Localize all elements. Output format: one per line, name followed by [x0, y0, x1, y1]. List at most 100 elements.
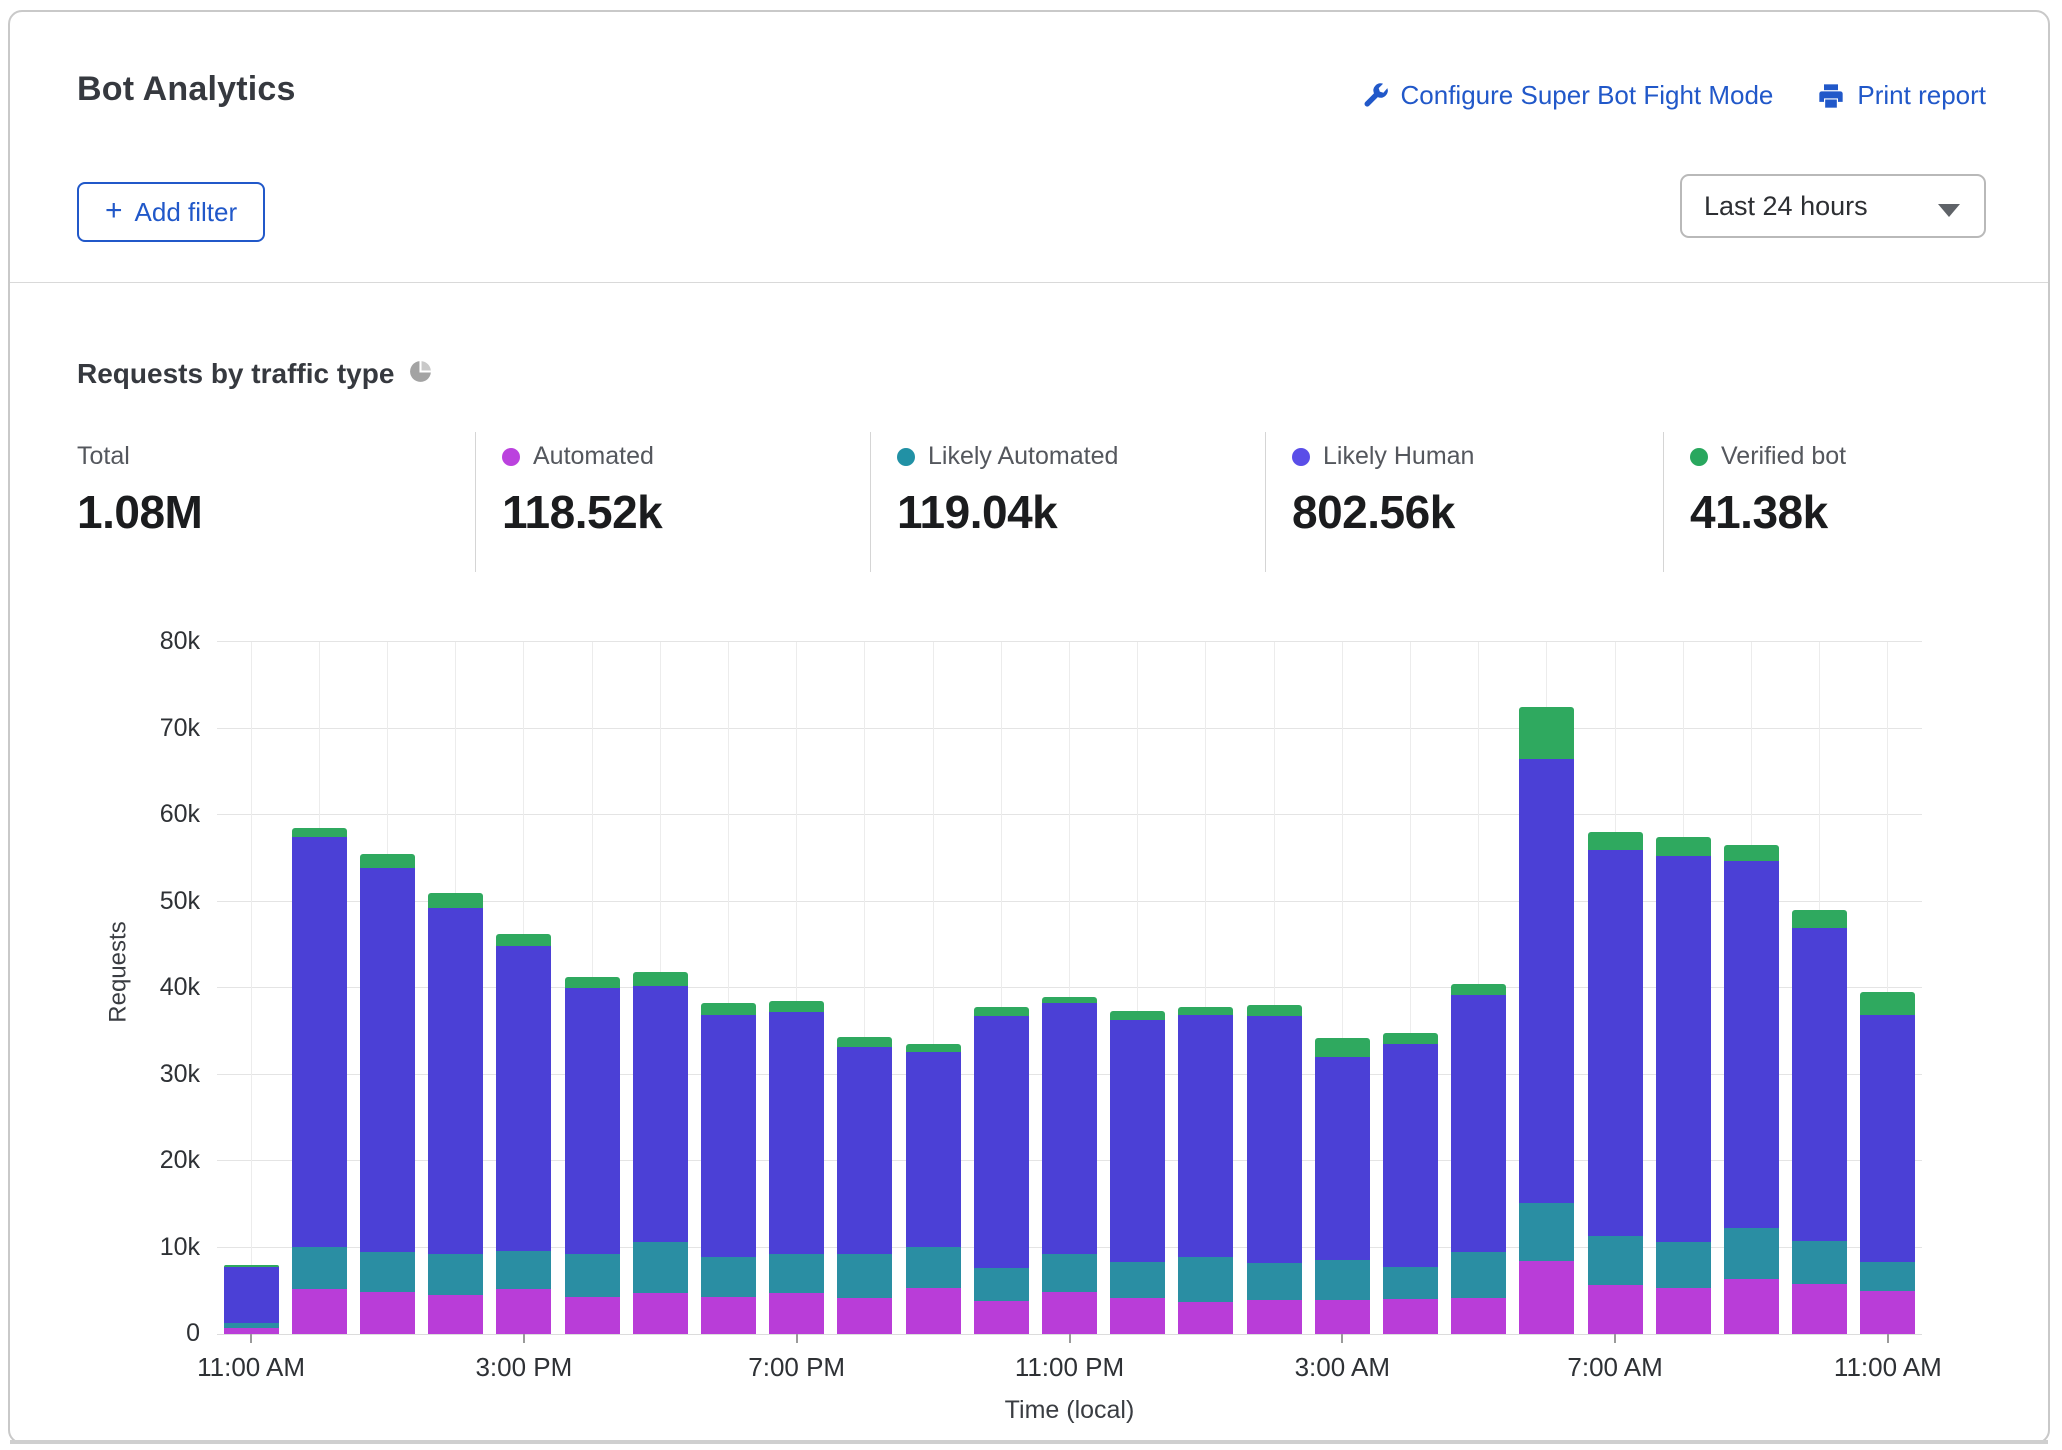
- bar-segment-automated[interactable]: [496, 1289, 551, 1334]
- bar-segment-automated[interactable]: [769, 1293, 824, 1334]
- bar-segment-likely-human[interactable]: [1042, 1003, 1097, 1254]
- bar-segment-verified-bot[interactable]: [565, 977, 620, 988]
- bar-segment-likely-automated[interactable]: [837, 1254, 892, 1297]
- bar-segment-verified-bot[interactable]: [701, 1003, 756, 1015]
- bar-3-00-pm[interactable]: [496, 934, 551, 1334]
- bar-segment-automated[interactable]: [1792, 1284, 1847, 1334]
- bar-segment-verified-bot[interactable]: [1519, 707, 1574, 759]
- bar-10-00-pm[interactable]: [974, 1007, 1029, 1334]
- bar-segment-likely-automated[interactable]: [1656, 1242, 1711, 1288]
- bar-segment-verified-bot[interactable]: [974, 1007, 1029, 1016]
- bar-5-00-am[interactable]: [1451, 984, 1506, 1334]
- bar-segment-likely-human[interactable]: [224, 1267, 279, 1322]
- bar-segment-likely-human[interactable]: [1860, 1015, 1915, 1262]
- bar-segment-likely-human[interactable]: [974, 1016, 1029, 1269]
- bar-segment-likely-human[interactable]: [1519, 759, 1574, 1204]
- bar-segment-automated[interactable]: [428, 1295, 483, 1334]
- bar-1-00-pm[interactable]: [360, 854, 415, 1334]
- bar-segment-verified-bot[interactable]: [1383, 1033, 1438, 1044]
- bar-segment-automated[interactable]: [1451, 1298, 1506, 1334]
- bar-segment-verified-bot[interactable]: [837, 1037, 892, 1047]
- bar-segment-automated[interactable]: [1315, 1300, 1370, 1334]
- bar-segment-likely-automated[interactable]: [1110, 1262, 1165, 1297]
- bar-segment-likely-automated[interactable]: [1247, 1263, 1302, 1300]
- bar-segment-likely-human[interactable]: [837, 1047, 892, 1255]
- bar-segment-likely-automated[interactable]: [1315, 1260, 1370, 1301]
- bar-segment-automated[interactable]: [1383, 1299, 1438, 1334]
- bar-segment-likely-human[interactable]: [1451, 995, 1506, 1252]
- bar-segment-automated[interactable]: [1247, 1300, 1302, 1334]
- bar-segment-likely-human[interactable]: [1588, 850, 1643, 1237]
- bar-segment-automated[interactable]: [701, 1297, 756, 1334]
- bar-2-00-pm[interactable]: [428, 893, 483, 1334]
- bar-11-00-am[interactable]: [1860, 992, 1915, 1334]
- bar-segment-likely-human[interactable]: [565, 988, 620, 1254]
- bar-12-00-pm[interactable]: [292, 828, 347, 1334]
- bar-segment-verified-bot[interactable]: [1451, 984, 1506, 995]
- bar-segment-automated[interactable]: [1110, 1298, 1165, 1334]
- bar-segment-verified-bot[interactable]: [1724, 845, 1779, 861]
- bar-segment-automated[interactable]: [1656, 1288, 1711, 1334]
- bar-segment-likely-automated[interactable]: [496, 1251, 551, 1289]
- bar-segment-verified-bot[interactable]: [428, 893, 483, 909]
- time-range-dropdown[interactable]: Last 24 hours: [1680, 174, 1986, 238]
- bar-segment-likely-automated[interactable]: [565, 1254, 620, 1296]
- bar-segment-automated[interactable]: [1042, 1292, 1097, 1334]
- bar-segment-likely-automated[interactable]: [1588, 1236, 1643, 1284]
- bar-segment-likely-automated[interactable]: [1792, 1241, 1847, 1283]
- bar-4-00-am[interactable]: [1383, 1033, 1438, 1334]
- bar-segment-automated[interactable]: [1860, 1291, 1915, 1334]
- bar-segment-likely-human[interactable]: [292, 837, 347, 1247]
- bar-segment-automated[interactable]: [906, 1288, 961, 1334]
- bar-7-00-pm[interactable]: [769, 1001, 824, 1334]
- bar-segment-likely-automated[interactable]: [1451, 1252, 1506, 1298]
- bar-2-00-am[interactable]: [1247, 1005, 1302, 1334]
- add-filter-button[interactable]: + Add filter: [77, 182, 265, 242]
- bar-segment-likely-automated[interactable]: [974, 1268, 1029, 1301]
- bar-segment-likely-human[interactable]: [1110, 1020, 1165, 1262]
- bar-segment-likely-automated[interactable]: [1724, 1228, 1779, 1278]
- bar-12-00-am[interactable]: [1110, 1011, 1165, 1334]
- bar-11-00-am[interactable]: [224, 1265, 279, 1334]
- bar-segment-automated[interactable]: [1519, 1261, 1574, 1334]
- bar-segment-likely-automated[interactable]: [906, 1247, 961, 1289]
- bar-segment-likely-automated[interactable]: [428, 1254, 483, 1296]
- bar-segment-likely-human[interactable]: [1656, 856, 1711, 1243]
- bar-segment-likely-automated[interactable]: [1178, 1257, 1233, 1302]
- bar-8-00-pm[interactable]: [837, 1037, 892, 1334]
- bar-segment-automated[interactable]: [1178, 1302, 1233, 1334]
- bar-segment-likely-automated[interactable]: [1519, 1203, 1574, 1261]
- bar-segment-verified-bot[interactable]: [1792, 910, 1847, 928]
- bar-segment-likely-human[interactable]: [360, 868, 415, 1252]
- bar-segment-verified-bot[interactable]: [1656, 837, 1711, 856]
- bar-10-00-am[interactable]: [1792, 910, 1847, 1334]
- bar-6-00-pm[interactable]: [701, 1003, 756, 1334]
- bar-segment-likely-automated[interactable]: [769, 1254, 824, 1293]
- bar-segment-likely-human[interactable]: [496, 946, 551, 1251]
- bar-segment-verified-bot[interactable]: [769, 1001, 824, 1012]
- print-report-link[interactable]: Print report: [1817, 80, 1986, 111]
- bar-segment-automated[interactable]: [837, 1298, 892, 1334]
- bar-segment-verified-bot[interactable]: [292, 828, 347, 837]
- bar-segment-likely-automated[interactable]: [1383, 1267, 1438, 1300]
- bar-segment-likely-human[interactable]: [1247, 1016, 1302, 1263]
- bar-segment-likely-human[interactable]: [1724, 861, 1779, 1229]
- bar-segment-likely-automated[interactable]: [701, 1257, 756, 1297]
- bar-segment-verified-bot[interactable]: [1860, 992, 1915, 1014]
- bar-7-00-am[interactable]: [1588, 832, 1643, 1334]
- bar-segment-automated[interactable]: [633, 1293, 688, 1334]
- bar-segment-likely-human[interactable]: [428, 908, 483, 1253]
- bar-segment-likely-automated[interactable]: [1042, 1254, 1097, 1293]
- bar-3-00-am[interactable]: [1315, 1038, 1370, 1334]
- bar-segment-verified-bot[interactable]: [360, 854, 415, 868]
- bar-9-00-am[interactable]: [1724, 845, 1779, 1334]
- bar-9-00-pm[interactable]: [906, 1044, 961, 1334]
- bar-segment-automated[interactable]: [974, 1301, 1029, 1334]
- bar-6-00-am[interactable]: [1519, 707, 1574, 1334]
- bar-segment-likely-human[interactable]: [701, 1015, 756, 1257]
- bar-segment-automated[interactable]: [360, 1292, 415, 1334]
- bar-segment-verified-bot[interactable]: [906, 1044, 961, 1052]
- bar-segment-automated[interactable]: [292, 1289, 347, 1334]
- bar-segment-likely-human[interactable]: [906, 1052, 961, 1247]
- bar-segment-automated[interactable]: [565, 1297, 620, 1334]
